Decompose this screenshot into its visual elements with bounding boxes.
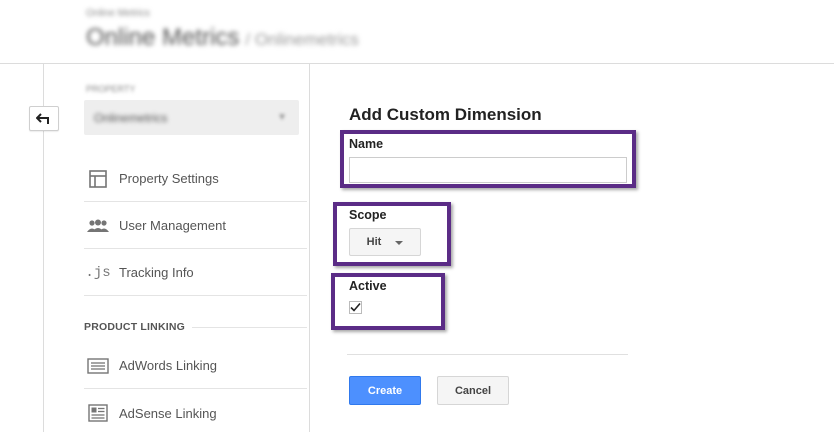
property-title: Online Metrics — [86, 24, 240, 51]
sidebar-item-property-settings[interactable]: Property Settings — [84, 156, 307, 202]
adsense-icon — [86, 403, 110, 423]
back-arrow-icon — [36, 112, 49, 124]
adwords-icon — [86, 356, 110, 376]
property-selector-label: PROPERTY — [86, 84, 136, 94]
section-heading-product-linking: PRODUCT LINKING — [84, 321, 185, 333]
property-selector-value: Onlinemetrics — [94, 111, 168, 125]
js-icon: .js — [85, 264, 111, 281]
page-title: Online Metrics / Onlinemetrics — [86, 24, 359, 52]
chevron-down-icon — [395, 241, 404, 245]
create-button[interactable]: Create — [349, 376, 421, 405]
sidebar-item-label: Property Settings — [119, 171, 219, 186]
property-selector[interactable]: Onlinemetrics ▼ — [84, 100, 299, 135]
form-divider — [347, 354, 628, 355]
name-input[interactable] — [349, 157, 627, 183]
active-label: Active — [349, 279, 387, 293]
chevron-down-icon: ▼ — [277, 112, 287, 123]
section-divider — [192, 327, 307, 328]
checkmark-icon — [350, 302, 361, 312]
scope-label: Scope — [349, 208, 387, 222]
sidebar-item-label: User Management — [119, 218, 226, 233]
sidebar-item-label: AdSense Linking — [119, 405, 217, 421]
sidebar-item-label: AdWords Linking — [119, 358, 218, 373]
top-header: Online Metrics Online Metrics / Onlinemet… — [0, 0, 834, 64]
sidebar-item-adsense-linking[interactable]: AdSense Linking — [84, 390, 307, 436]
scope-dropdown-value: Hit — [366, 236, 382, 248]
name-label: Name — [349, 137, 384, 151]
property-subtitle: / Onlinemetrics — [245, 30, 359, 49]
cancel-button[interactable]: Cancel — [437, 376, 509, 405]
active-checkbox[interactable] — [349, 301, 362, 314]
users-icon — [86, 216, 110, 236]
scope-dropdown[interactable]: Hit — [349, 228, 421, 256]
form-title: Add Custom Dimension — [349, 105, 542, 124]
sidebar-item-user-management[interactable]: User Management — [84, 203, 307, 249]
sidebar-item-label: Tracking Info — [119, 265, 194, 280]
back-button[interactable] — [29, 106, 59, 131]
sidebar-item-adwords-linking[interactable]: AdWords Linking — [84, 343, 307, 389]
property-settings-icon — [86, 169, 110, 189]
sidebar-item-tracking-info[interactable]: .js Tracking Info — [84, 250, 307, 296]
account-name: Online Metrics — [86, 8, 150, 19]
